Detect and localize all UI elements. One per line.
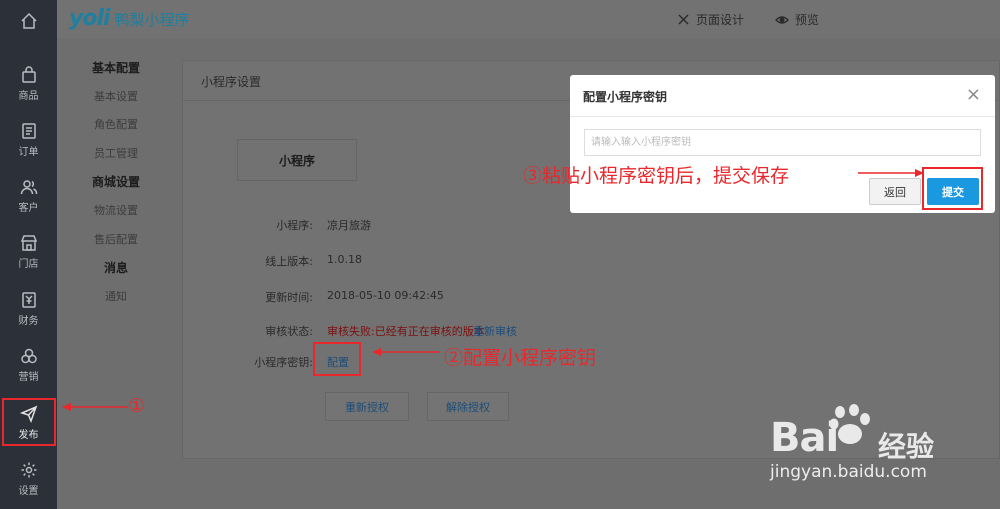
sidebar-item-label: 门店 (18, 259, 39, 270)
sidebar-item-label: 订单 (18, 147, 39, 158)
menu-item-notice[interactable]: 通知 (57, 288, 175, 304)
unbind-button[interactable]: 解除授权 (427, 392, 509, 421)
sidebar-item-label: 设置 (18, 486, 39, 497)
annotation-step3: ③粘贴小程序密钥后，提交保存 (523, 165, 790, 187)
version-value: 1.0.18 (327, 253, 362, 266)
tools-icon (678, 14, 689, 25)
top-header: yoli 鸭梨小程序 页面设计 预览 (57, 0, 1000, 38)
watermark-sub: 经验 (878, 430, 935, 463)
sidebar-item-label: 客户 (18, 203, 39, 214)
sidebar-item-customers[interactable]: 客户 (0, 168, 57, 224)
menu-item-after-sales[interactable]: 售后配置 (57, 231, 175, 247)
paw-icon (829, 404, 870, 444)
miniprogram-tab[interactable]: 小程序 (237, 139, 357, 181)
annotation-box-submit (922, 167, 983, 210)
preview-link[interactable]: 预览 (775, 11, 819, 28)
dialog-title: 配置小程序密钥 (583, 90, 668, 104)
sidebar-item-settings[interactable]: 设置 (0, 451, 57, 507)
secondary-menu: 基本配置 基本设置 角色配置 员工管理 商城设置 物流设置 售后配置 消息 通知 (57, 38, 175, 509)
preview-label: 预览 (795, 13, 820, 27)
sidebar-item-label: 商品 (18, 91, 39, 102)
update-time-value: 2018-05-10 09:42:45 (327, 289, 444, 302)
menu-group-basic: 基本配置 (91, 61, 140, 75)
annotation-box-configure (313, 342, 361, 376)
menu-item-logistics[interactable]: 物流设置 (57, 202, 175, 218)
sidebar-item-stores[interactable]: 门店 (0, 224, 57, 280)
sidebar-item-goods[interactable]: 商品 (0, 56, 57, 112)
reaudit-link[interactable]: 重新审核 (473, 323, 517, 339)
sidebar-item-orders[interactable]: 订单 (0, 112, 57, 168)
menu-group-mall: 商城设置 (91, 175, 140, 189)
mp-name-value: 凉月旅游 (327, 219, 371, 232)
dialog-divider (570, 116, 995, 117)
reauthorize-button[interactable]: 重新授权 (325, 392, 409, 421)
secret-key-input[interactable] (584, 129, 981, 156)
audit-status-value: 审核失败:已经有正在审核的版本 (327, 325, 485, 338)
annotation-box-publish (2, 398, 56, 446)
page-design-label: 页面设计 (696, 13, 745, 27)
home-button[interactable] (0, 0, 57, 42)
store-icon (20, 235, 37, 251)
brand-name: 鸭梨小程序 (114, 11, 190, 29)
rings-icon (20, 348, 37, 364)
sidebar-item-label: 财务 (18, 316, 39, 327)
secret-key-label: 小程序密钥: (254, 356, 313, 369)
eye-icon (775, 15, 789, 24)
gear-icon (21, 462, 36, 478)
users-icon (20, 180, 37, 195)
menu-group-message: 消息 (103, 261, 128, 275)
annotation-arrow-3 (858, 169, 924, 177)
annotation-arrow-1 (62, 403, 128, 411)
watermark-url: jingyan.baidu.com (770, 462, 927, 482)
update-time-label: 更新时间: (265, 291, 313, 304)
page-design-link[interactable]: 页面设计 (677, 11, 744, 28)
annotation-step1: ① (128, 395, 146, 417)
sidebar-item-finance[interactable]: 财务 (0, 281, 57, 337)
menu-item-role-config[interactable]: 角色配置 (57, 116, 175, 132)
annotation-step2: ②配置小程序密钥 (444, 347, 597, 369)
mp-name-label: 小程序: (276, 219, 313, 232)
menu-item-staff-manage[interactable]: 员工管理 (57, 145, 175, 161)
annotation-arrow-2 (372, 348, 440, 356)
bag-icon (21, 66, 36, 83)
card-title: 小程序设置 (201, 75, 262, 89)
sidebar-item-marketing[interactable]: 营销 (0, 337, 57, 393)
logo-mark: yoli (69, 6, 111, 31)
menu-item-basic-settings[interactable]: 基本设置 (57, 88, 175, 104)
version-label: 线上版本: (265, 255, 313, 268)
sidebar-item-label: 营销 (18, 372, 39, 383)
audit-status-label: 审核状态: (265, 325, 313, 338)
document-icon (21, 123, 36, 139)
close-icon[interactable]: × (966, 84, 981, 105)
home-icon (20, 12, 37, 29)
ledger-icon (21, 292, 36, 308)
back-button[interactable]: 返回 (869, 178, 921, 205)
brand-logo[interactable]: yoli 鸭梨小程序 (69, 6, 190, 31)
